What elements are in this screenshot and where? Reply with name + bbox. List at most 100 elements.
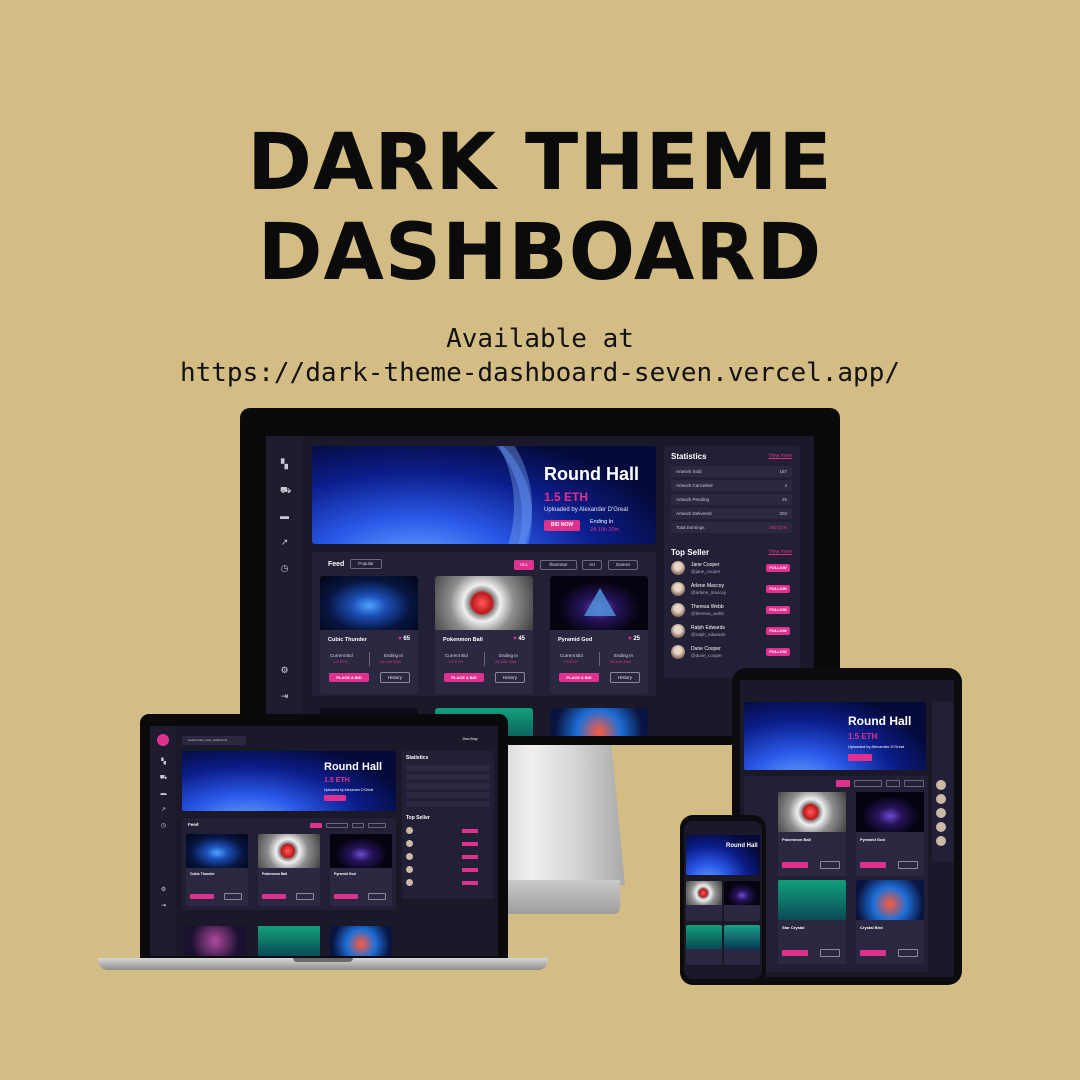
follow-button[interactable] [462, 868, 478, 872]
nft-card[interactable]: Crystal Bird [856, 880, 924, 964]
nft-card[interactable] [724, 925, 760, 965]
follow-button[interactable]: FOLLOW [766, 648, 790, 656]
stat-value: 25 [781, 497, 787, 502]
follow-button[interactable] [462, 855, 478, 859]
nft-card[interactable]: Pyramid God [330, 834, 392, 906]
logout-icon[interactable]: ⇥ [159, 902, 168, 911]
filter-all[interactable]: ALL [514, 560, 534, 570]
availability-url[interactable]: https://dark-theme-dashboard-seven.verce… [0, 356, 1080, 390]
settings-icon[interactable]: ⚙ [159, 886, 168, 895]
chart-icon[interactable]: ↗ [159, 806, 168, 815]
filter-all[interactable] [836, 780, 850, 787]
seller-item: Ralph Edwards @ralph_edwards FOLLOW [671, 623, 792, 640]
phone-screen: Round Hall [684, 821, 762, 979]
wallet-icon[interactable]: ▬ [159, 790, 168, 799]
follow-button[interactable]: FOLLOW [766, 564, 790, 572]
bid-now-button[interactable] [324, 795, 346, 801]
clock-icon[interactable]: ◷ [159, 822, 168, 831]
search-placeholder: Search item, user, collections [188, 738, 228, 742]
nft-card[interactable]: Cubic Thunder ♥ 65 Current Bid 1.5 ETH E… [320, 576, 418, 694]
dashboard-icon[interactable]: ▚ [280, 460, 289, 469]
chart-icon[interactable]: ↗ [280, 538, 289, 547]
filter-all[interactable] [310, 823, 322, 828]
stat-value: 4 [784, 483, 787, 488]
nft-card[interactable]: Pyramid God [856, 792, 924, 876]
ending-value: 24:10h 20m [610, 659, 632, 664]
place-bid-button[interactable]: PLACE A BID [444, 673, 484, 682]
hero-price: 1.5 ETH [324, 777, 350, 784]
filter-games[interactable]: Games [608, 560, 638, 570]
likes[interactable]: ♥ 45 [513, 636, 525, 642]
hero-title: Round Hall [726, 843, 758, 849]
nft-card[interactable]: Pokenmon Ball ♥ 45 Current Bid 1.5 ETH E… [435, 576, 533, 694]
user-name[interactable]: Jhon Bray [462, 737, 478, 741]
filter-art[interactable]: Art [582, 560, 602, 570]
likes[interactable]: ♥ 65 [398, 636, 410, 642]
hero-swoosh-inner [332, 446, 532, 544]
history-button[interactable] [820, 861, 840, 869]
logo-icon [157, 734, 169, 746]
nft-card[interactable] [686, 925, 722, 965]
history-button[interactable]: History [610, 672, 640, 683]
history-button[interactable] [820, 949, 840, 957]
avatar [671, 645, 685, 659]
follow-button[interactable]: FOLLOW [766, 627, 790, 635]
bid-now-button[interactable]: BID NOW [544, 520, 580, 531]
nft-card[interactable]: Star Crystal [778, 880, 846, 964]
place-bid-button[interactable] [782, 950, 808, 956]
sort-popular-button[interactable]: Popular [350, 559, 382, 569]
nft-card[interactable] [686, 881, 722, 921]
follow-button[interactable] [462, 881, 478, 885]
logout-icon[interactable]: ⇥ [280, 692, 289, 701]
place-bid-button[interactable] [860, 950, 886, 956]
top-seller-view-more-link[interactable]: View more [768, 549, 792, 555]
place-bid-button[interactable] [262, 894, 286, 899]
history-button[interactable]: History [380, 672, 410, 683]
current-bid-label: Current Bid [330, 653, 353, 658]
cart-icon[interactable]: ⛟ [280, 486, 291, 495]
settings-icon[interactable]: ⚙ [280, 666, 289, 675]
nft-image [435, 576, 533, 630]
statistics-view-more-link[interactable]: View more [768, 453, 792, 459]
filter-illustrator[interactable]: Illustrator [540, 560, 577, 570]
history-button[interactable] [898, 949, 918, 957]
avatar [671, 561, 685, 575]
place-bid-button[interactable]: PLACE A BID [329, 673, 369, 682]
bid-now-button[interactable] [848, 754, 872, 761]
filter-art[interactable] [886, 780, 900, 787]
filter-illustrator[interactable] [854, 780, 882, 787]
nft-card[interactable]: Cubic Thunder [186, 834, 248, 906]
nft-card[interactable]: Pokenmon Ball [258, 834, 320, 906]
filter-illustrator[interactable] [326, 823, 348, 828]
nft-card[interactable] [724, 881, 760, 921]
nft-card[interactable]: Pokenmon Ball [778, 792, 846, 876]
seller-handle: @dune_cooper [691, 653, 722, 658]
search-input[interactable]: Search item, user, collections [182, 736, 246, 745]
filter-art[interactable] [352, 823, 364, 828]
clock-icon[interactable]: ◷ [280, 564, 289, 573]
history-button[interactable] [296, 893, 314, 900]
seller-handle: @arlene_maccoy [691, 590, 727, 595]
wallet-icon[interactable]: ▬ [280, 512, 289, 521]
nft-name: Crystal Bird [860, 925, 883, 930]
place-bid-button[interactable] [334, 894, 358, 899]
place-bid-button[interactable] [860, 862, 886, 868]
follow-button[interactable]: FOLLOW [766, 606, 790, 614]
history-button[interactable]: History [495, 672, 525, 683]
nft-card[interactable]: Pyramid God ♥ 25 Current Bid 1.5 ETH End… [550, 576, 648, 694]
history-button[interactable] [368, 893, 386, 900]
place-bid-button[interactable] [190, 894, 214, 899]
place-bid-button[interactable]: PLACE A BID [559, 673, 599, 682]
history-button[interactable] [224, 893, 242, 900]
filter-games[interactable] [904, 780, 924, 787]
likes[interactable]: ♥ 25 [628, 636, 640, 642]
follow-button[interactable] [462, 842, 478, 846]
place-bid-button[interactable] [782, 862, 808, 868]
follow-button[interactable] [462, 829, 478, 833]
cart-icon[interactable]: ⛟ [159, 774, 168, 783]
history-button[interactable] [898, 861, 918, 869]
dashboard-icon[interactable]: ▚ [159, 758, 168, 767]
follow-button[interactable]: FOLLOW [766, 585, 790, 593]
avatar [406, 879, 413, 886]
filter-games[interactable] [368, 823, 386, 828]
